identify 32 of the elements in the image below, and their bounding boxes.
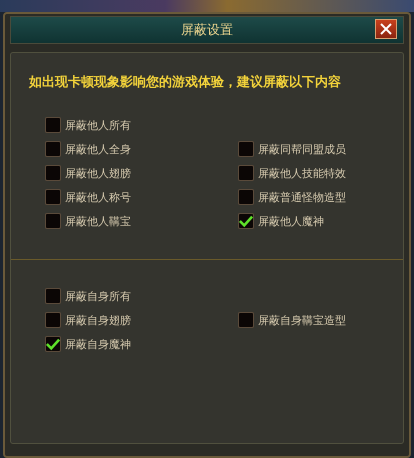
checkbox-label: 屏蔽他人所有 [65,118,131,132]
checkbox[interactable] [238,165,254,181]
checkbox-label: 屏蔽他人技能特效 [258,166,346,180]
checkbox[interactable] [45,288,61,304]
checkmark-icon [46,337,60,351]
checkbox[interactable] [45,312,61,328]
checkbox-label: 屏蔽自身鞲宝造型 [258,312,346,328]
close-icon [380,23,392,35]
checkbox[interactable] [45,213,61,229]
checkbox-label: 屏蔽普通怪物造型 [258,190,346,204]
checkbox[interactable] [45,117,61,133]
checkbox[interactable] [45,336,61,352]
checkbox[interactable] [45,165,61,181]
notice-text: 如出现卡顿现象影响您的游戏体验，建议屏蔽以下内容 [29,74,342,91]
checkbox-label: 屏蔽他人翅膀 [65,166,131,180]
checkbox-label: 屏蔽自身所有 [65,288,131,304]
close-button[interactable] [375,19,397,39]
checkbox[interactable] [238,141,254,157]
checkbox[interactable] [45,189,61,205]
checkbox-label: 屏蔽自身魔神 [65,336,131,352]
checkbox-label: 屏蔽同帮同盟成员 [258,142,346,156]
checkmark-icon [239,214,253,228]
checkbox[interactable] [238,213,254,229]
checkbox[interactable] [45,141,61,157]
checkbox-label: 屏蔽他人鞲宝 [65,214,131,228]
checkbox[interactable] [238,312,254,328]
checkbox[interactable] [238,189,254,205]
checkbox-label: 屏蔽他人魔神 [258,214,324,228]
checkbox-label: 屏蔽他人全身 [65,142,131,156]
checkbox-label: 屏蔽自身翅膀 [65,312,131,328]
checkbox-label: 屏蔽他人称号 [65,190,131,204]
window-title: 屏蔽设置 [181,22,233,39]
